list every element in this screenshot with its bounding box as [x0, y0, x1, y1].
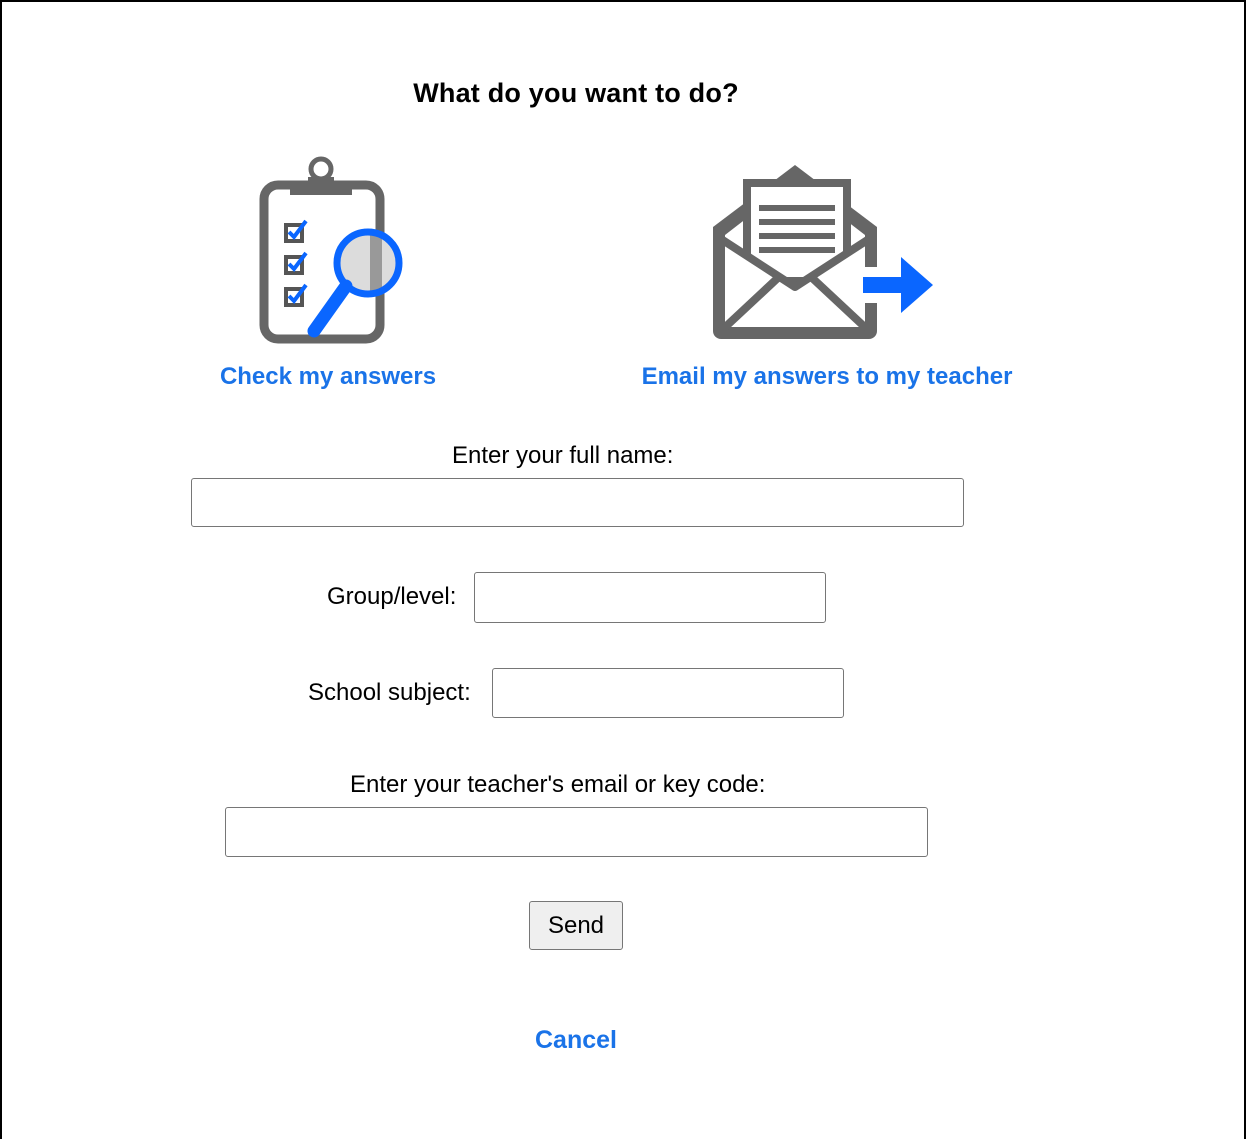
group-level-input[interactable] — [474, 572, 826, 623]
dialog-title: What do you want to do? — [413, 78, 739, 108]
full-name-label: Enter your full name: — [452, 442, 674, 469]
full-name-input[interactable] — [191, 478, 964, 527]
envelope-arrow-icon — [713, 165, 939, 339]
school-subject-input[interactable] — [492, 668, 844, 718]
check-answers-option[interactable]: Check my answers — [200, 155, 456, 391]
email-answers-option[interactable]: Email my answers to my teacher — [612, 155, 1042, 391]
cancel-link[interactable]: Cancel — [0, 1026, 1152, 1055]
clipboard-magnifier-icon — [259, 156, 403, 344]
school-subject-label: School subject: — [308, 679, 471, 706]
email-answers-label[interactable]: Email my answers to my teacher — [612, 363, 1042, 391]
group-level-label: Group/level: — [327, 583, 457, 610]
send-button[interactable]: Send — [529, 901, 623, 950]
check-answers-label[interactable]: Check my answers — [200, 363, 456, 391]
teacher-email-input[interactable] — [225, 807, 928, 857]
teacher-email-label: Enter your teacher's email or key code: — [350, 771, 766, 798]
